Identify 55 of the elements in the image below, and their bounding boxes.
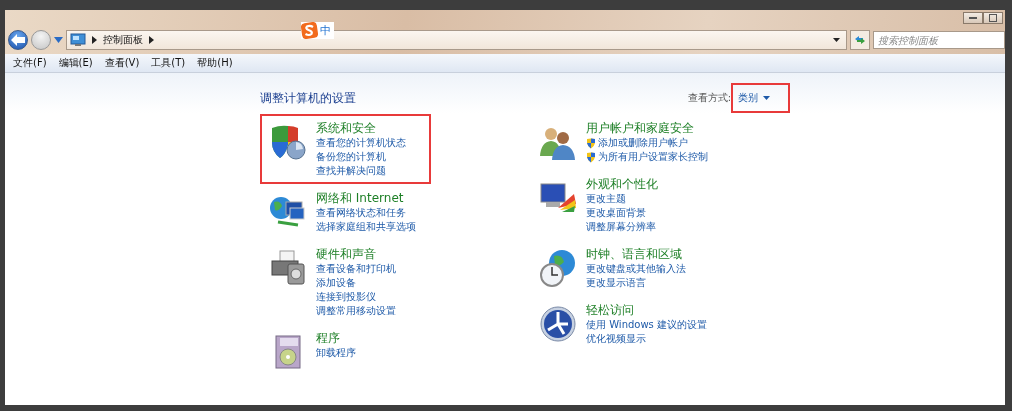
task-link[interactable]: 查看设备和打印机 xyxy=(316,262,396,276)
globe-clock-icon[interactable] xyxy=(538,248,578,288)
breadcrumb[interactable]: 控制面板 xyxy=(103,33,143,47)
task-link[interactable]: 更改键盘或其他输入法 xyxy=(586,262,686,276)
menu-item[interactable]: 帮助(H) xyxy=(197,56,233,70)
caret-icon xyxy=(763,96,770,100)
task-link[interactable]: 连接到投影仪 xyxy=(316,290,376,304)
task-link[interactable]: 更改主题 xyxy=(586,192,626,206)
task-link[interactable]: 为所有用户设置家长控制 xyxy=(598,150,708,164)
menu-item[interactable]: 编辑(E) xyxy=(58,56,93,70)
refresh-icon xyxy=(854,35,866,45)
breadcrumb-arrow-icon[interactable] xyxy=(92,36,97,44)
task-link[interactable]: 查看网络状态和任务 xyxy=(316,206,406,220)
task-link[interactable]: 选择家庭组和共享选项 xyxy=(316,220,416,234)
control-panel-icon xyxy=(70,33,86,47)
view-by-label: 查看方式: xyxy=(687,91,731,105)
page-heading: 调整计算机的设置 xyxy=(260,89,356,107)
task-link[interactable]: 查看您的计算机状态 xyxy=(316,136,406,150)
restore-button[interactable] xyxy=(983,12,1003,24)
task-link[interactable]: 使用 Windows 建议的设置 xyxy=(586,318,707,332)
category-link[interactable]: 外观和个性化 xyxy=(586,176,658,192)
back-button[interactable] xyxy=(8,30,28,50)
menu-item[interactable]: 查看(V) xyxy=(104,56,140,70)
dropdown-caret-icon[interactable] xyxy=(833,38,840,42)
task-link[interactable]: 更改显示语言 xyxy=(586,276,646,290)
task-link[interactable]: 优化视频显示 xyxy=(586,332,646,346)
uac-shield-icon xyxy=(586,151,596,163)
task-link[interactable]: 添加设备 xyxy=(316,276,356,290)
task-link[interactable]: 更改桌面背景 xyxy=(586,206,646,220)
breadcrumb-arrow-icon[interactable] xyxy=(149,36,154,44)
task-link[interactable]: 添加或删除用户帐户 xyxy=(598,136,688,150)
category-link[interactable]: 网络和 Internet xyxy=(316,190,416,206)
task-link[interactable]: 备份您的计算机 xyxy=(316,150,386,164)
history-caret-icon[interactable] xyxy=(54,37,63,43)
task-link[interactable]: 调整常用移动设置 xyxy=(316,304,396,318)
category-link[interactable]: 系统和安全 xyxy=(316,120,406,136)
menu-item[interactable]: 文件(F) xyxy=(13,56,47,70)
task-link[interactable]: 卸载程序 xyxy=(316,346,356,360)
category-link[interactable]: 时钟、语言和区域 xyxy=(586,246,686,262)
printer-icon[interactable] xyxy=(268,248,308,288)
s-logo-icon xyxy=(301,22,318,39)
category-link[interactable]: 轻松访问 xyxy=(586,302,707,318)
category-link[interactable]: 硬件和声音 xyxy=(316,246,396,262)
task-link[interactable]: 调整屏幕分辨率 xyxy=(586,220,656,234)
search-field[interactable]: 搜索控制面板 xyxy=(873,31,1005,49)
view-by-dropdown[interactable]: 类别 xyxy=(731,83,790,113)
accessibility-icon[interactable] xyxy=(538,304,578,344)
uac-shield-icon xyxy=(586,137,596,149)
menu-item[interactable]: 工具(T) xyxy=(151,56,186,70)
task-link[interactable]: 查找并解决问题 xyxy=(316,164,386,178)
refresh-button[interactable] xyxy=(850,30,870,50)
minimize-button[interactable] xyxy=(963,12,983,24)
category-link[interactable]: 用户帐户和家庭安全 xyxy=(586,120,708,136)
category-link[interactable]: 程序 xyxy=(316,330,356,346)
ime-indicator[interactable]: 中 xyxy=(301,22,334,39)
